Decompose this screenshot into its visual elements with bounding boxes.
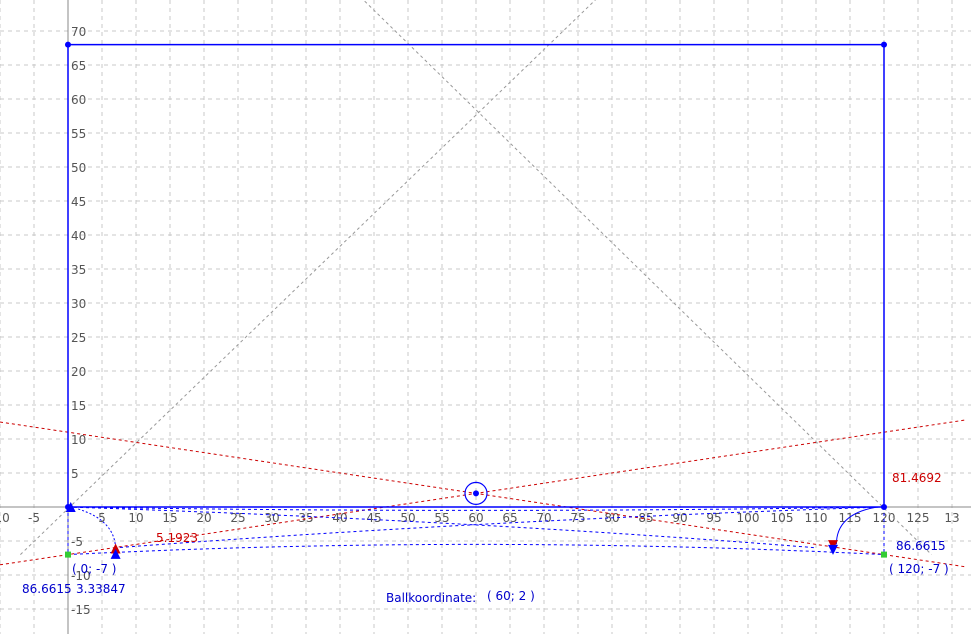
- x-tick-label: 13: [944, 511, 959, 525]
- x-tick-label: -10: [0, 511, 10, 525]
- geometry-canvas[interactable]: -10-551015202530354045505560657075808590…: [0, 0, 971, 634]
- x-tick-label: 90: [672, 511, 687, 525]
- x-tick-label: 10: [128, 511, 143, 525]
- angle-arc-left: [78, 508, 117, 550]
- ball-coordinate-value: ( 60; 2 ): [487, 589, 535, 603]
- angle-marker-left-blue: [110, 548, 121, 559]
- left-post-point[interactable]: [65, 551, 71, 558]
- y-tick-label: 50: [71, 161, 86, 175]
- field-corner-point[interactable]: [881, 504, 887, 510]
- x-tick-label: 110: [805, 511, 828, 525]
- angle-label-right-red: 81.4692: [892, 471, 942, 485]
- x-tick-label: 45: [366, 511, 381, 525]
- y-tick-label: 35: [71, 263, 86, 277]
- y-tick-label: 45: [71, 195, 86, 209]
- y-tick-label: -5: [71, 535, 83, 549]
- axes: [0, 0, 971, 634]
- left-post-label: ( 0; -7 ): [72, 562, 116, 576]
- y-tick-label: 25: [71, 331, 86, 345]
- x-tick-label: 50: [400, 511, 415, 525]
- x-tick-label: 75: [570, 511, 585, 525]
- x-tick-label: 85: [638, 511, 653, 525]
- grid: [0, 0, 971, 634]
- x-tick-label: 115: [839, 511, 862, 525]
- angle-marker-right-blue: [828, 544, 838, 555]
- ball-center-point[interactable]: [473, 490, 479, 497]
- x-tick-label: -5: [28, 511, 40, 525]
- y-tick-label: 15: [71, 399, 86, 413]
- x-tick-label: 125: [907, 511, 930, 525]
- x-tick-label: 20: [196, 511, 211, 525]
- angle-line-right: [0, 421, 966, 568]
- angle-label-left-blue-1: 86.6615: [22, 582, 72, 596]
- angle-label-right-blue: 86.6615: [896, 539, 946, 553]
- y-tick-label: 20: [71, 365, 86, 379]
- y-tick-label: 60: [71, 93, 86, 107]
- y-tick-label: 30: [71, 297, 86, 311]
- x-tick-label: 105: [771, 511, 794, 525]
- x-tick-label: 30: [264, 511, 279, 525]
- diagonal-line: [20, 0, 597, 555]
- y-tick-label: 65: [71, 59, 86, 73]
- ball-coordinate-caption: Ballkoordinate:: [386, 591, 476, 605]
- angle-line-left: [0, 419, 966, 566]
- y-tick-label: 70: [71, 25, 86, 39]
- angle-label-left-blue-2: 3.33847: [76, 582, 126, 596]
- right-post-label: ( 120; -7 ): [889, 562, 949, 576]
- y-tick-label: 55: [71, 127, 86, 141]
- x-tick-label: 70: [536, 511, 551, 525]
- field-corner-point[interactable]: [881, 41, 887, 48]
- x-tick-label: 100: [737, 511, 760, 525]
- angle-label-left-red: 5.1923: [156, 531, 198, 545]
- y-tick-label: -15: [71, 603, 91, 617]
- y-tick-label: 40: [71, 229, 86, 243]
- y-tick-label: 5: [71, 467, 79, 481]
- x-tick-label: 60: [468, 511, 483, 525]
- x-tick-label: 15: [162, 511, 177, 525]
- right-post-point[interactable]: [881, 551, 887, 558]
- field-corner-point[interactable]: [65, 41, 71, 48]
